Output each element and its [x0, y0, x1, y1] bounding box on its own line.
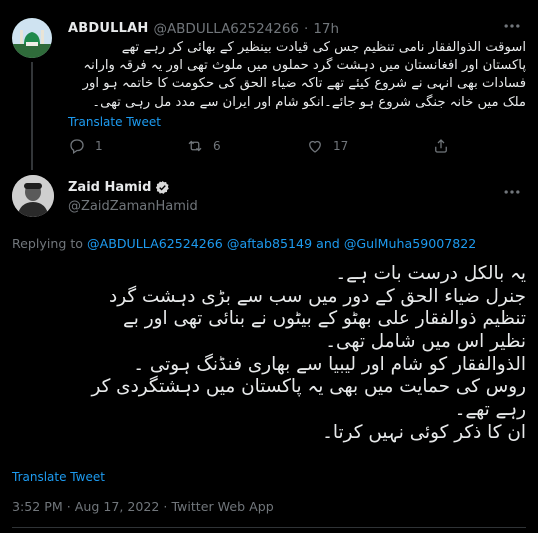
mention-link[interactable]: @GulMuha59007822 [344, 236, 476, 251]
reply-button[interactable]: 1 [68, 137, 103, 155]
source-app[interactable]: Twitter Web App [171, 499, 273, 514]
parent-action-bar: 1 6 17 [60, 137, 480, 161]
retweet-button[interactable]: 6 [186, 137, 221, 155]
header-separator: · [304, 21, 309, 37]
focal-tweet: Zaid Hamid @ZaidZamanHamid Replying to @… [0, 170, 538, 533]
parent-tweet-text: اسوقت الذوالفقار نامی تنظیم جس کی قیادت … [68, 39, 526, 112]
author-handle[interactable]: @ZaidZamanHamid [68, 199, 198, 214]
share-button[interactable] [432, 137, 450, 155]
like-count: 17 [333, 139, 349, 153]
divider [12, 527, 526, 528]
parent-tweet[interactable]: ABDULLAH @ABDULLA62524266 · 17h اسوقت ال… [0, 0, 538, 170]
reply-icon [70, 139, 84, 154]
text-line: اسوقت الذوالفقار نامی تنظیم جس کی قیادت … [121, 40, 526, 55]
like-icon [309, 140, 321, 153]
parent-author-name[interactable]: ABDULLAH [68, 20, 148, 38]
like-button[interactable]: 17 [306, 137, 348, 155]
retweet-icon [188, 140, 202, 152]
text-line: یہ بالکل درست بات ہے۔ [335, 263, 526, 284]
text-line: جنرل ضیاء الحق کے دور میں سب سے بڑی دہشت… [109, 285, 526, 307]
replying-and[interactable]: and [316, 236, 340, 251]
tweet-text: یہ بالکل درست بات ہے۔ جنرل ضیاء الحق کے … [12, 263, 526, 445]
avatar-photo [12, 175, 54, 217]
mention-link[interactable]: @ABDULLA62524266 [87, 236, 223, 251]
text-line: الذوالفقار کو شام اور لیبیا سے بھاری فنڈ… [133, 353, 526, 375]
text-line: رہے تھے۔ [454, 399, 526, 421]
text-line: ان کا ذکر کوئی نہیں کرتا۔ [322, 421, 526, 443]
author-name-row: Zaid Hamid [68, 180, 170, 195]
avatar-mosque-image [12, 18, 52, 58]
tweet-timestamp[interactable]: 3:52 PM · Aug 17, 2022 · [12, 499, 171, 514]
parent-time[interactable]: 17h [313, 20, 339, 38]
text-line: نظیر اس میں شامل تھی۔ [325, 331, 526, 353]
text-line: پاکستان اور افغانستان میں دہشت گرد حملوں… [83, 58, 526, 74]
text-line: روس کی حمایت میں بھی یہ پاکستان میں دہشت… [91, 376, 526, 398]
text-line: ملک میں خانہ جنگی شروع ہو جائے۔انکو شام … [92, 94, 526, 110]
parent-header: ABDULLAH @ABDULLA62524266 · 17h [68, 20, 339, 38]
replying-prefix: Replying to [12, 236, 83, 251]
parent-author-handle[interactable]: @ABDULLA62524266 [153, 20, 299, 38]
text-line: فسادات بھی انہی نے شروع کیئے تھے تاکہ ضی… [82, 76, 526, 92]
author-avatar[interactable] [12, 175, 54, 217]
translate-tweet-link[interactable]: Translate Tweet [12, 469, 105, 485]
parent-avatar[interactable] [12, 18, 52, 58]
more-horizontal-icon[interactable] [502, 182, 522, 202]
replying-to-line: Replying to @ABDULLA62524266 @aftab85149… [12, 236, 476, 252]
mention-link[interactable]: @aftab85149 [227, 236, 312, 251]
tweet-metadata: 3:52 PM · Aug 17, 2022 · Twitter Web App [12, 498, 274, 516]
verified-badge-icon [156, 180, 170, 194]
retweet-count: 6 [213, 139, 221, 153]
text-line: تنظیم ذوالفقار علی بھٹو کے بیٹوں نے بنائ… [123, 308, 526, 330]
more-horizontal-icon[interactable] [502, 16, 522, 36]
reply-count: 1 [95, 139, 103, 153]
thread-connector-line [31, 62, 33, 170]
translate-tweet-link[interactable]: Translate Tweet [68, 114, 161, 130]
author-name[interactable]: Zaid Hamid [68, 180, 151, 195]
share-icon [435, 139, 447, 153]
